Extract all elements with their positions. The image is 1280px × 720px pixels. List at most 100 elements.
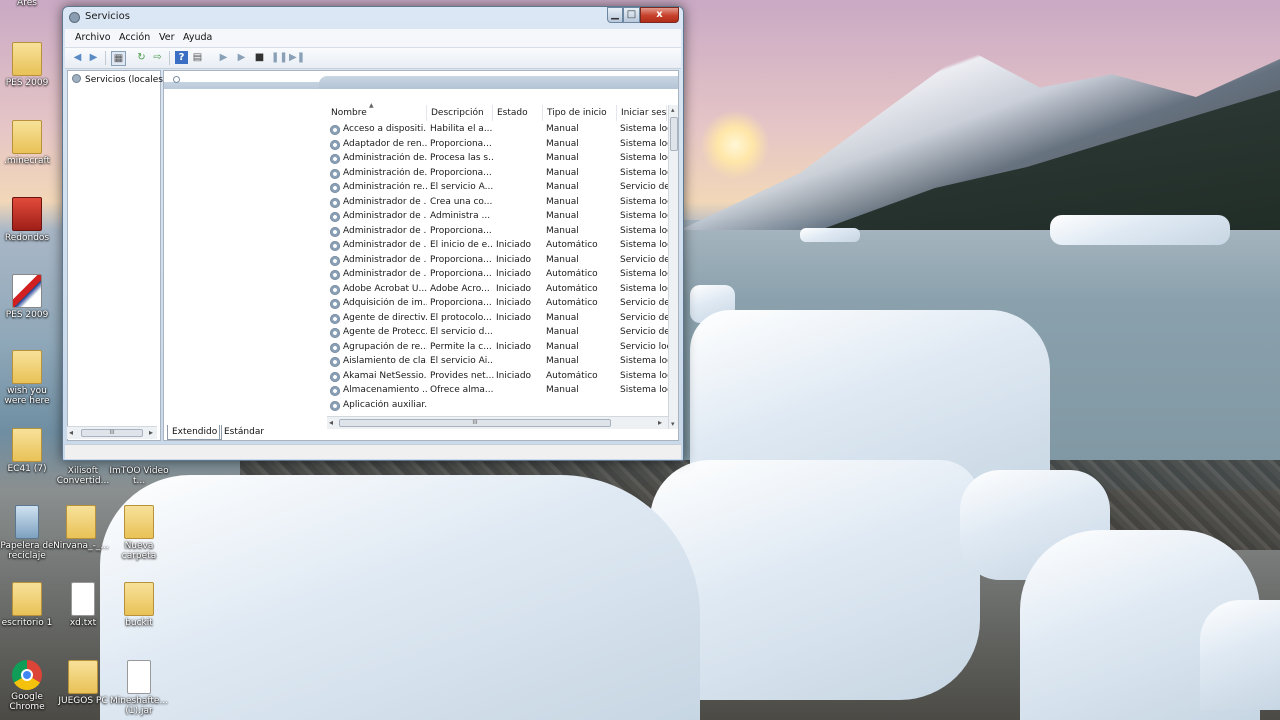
scroll-up-arrow-icon[interactable]: ▴ [671,106,675,114]
desktop-icon-xd-txt[interactable]: xd.txt [52,582,114,628]
pause-service-icon[interactable]: ❚❚ [271,51,288,64]
service-name: Aislamiento de cla... [343,356,427,366]
forward-arrow-icon[interactable]: ▶ [87,51,100,64]
tab-extendido[interactable]: Extendido [167,425,223,440]
table-row[interactable]: Administrador de ... Proporciona... Manual… [327,225,668,240]
desktop-icon-chrome[interactable]: Google Chrome [0,660,58,712]
list-vertical-scrollbar[interactable]: ▴ ▾ [668,105,678,429]
table-row[interactable]: Acceso a dispositi... Habilita el a... Man… [327,123,668,138]
table-row[interactable]: Akamai NetSessio... Provides net... Inicia… [327,370,668,385]
desktop-icon-label: Redondos [4,233,50,243]
folder-icon [12,120,42,154]
folder-icon [66,505,96,539]
table-row[interactable]: Administrador de ... El inicio de e... Ini… [327,239,668,254]
desktop-icon-pes-game[interactable]: PES 2009 [0,274,58,320]
service-gear-icon [330,299,340,309]
table-row[interactable]: Administrador de ... Administra ... Manual… [327,210,668,225]
scroll-thumb[interactable] [670,117,678,151]
play-icon[interactable]: ▶ [235,51,248,64]
service-description: Provides net... [430,370,494,381]
services-list-pane: ▲ Nombre Descripción Estado Tipo de inic… [163,70,679,441]
table-row[interactable]: Administrador de ... Crea una co... Manual… [327,196,668,211]
scroll-thumb[interactable]: III [81,429,143,437]
table-row[interactable]: Administración re... El servicio A... Manu… [327,181,668,196]
stop-service-icon[interactable]: ■ [253,51,266,64]
column-header-nombre[interactable]: Nombre [327,105,427,121]
table-row[interactable]: Administración de... Procesa las s... Manu… [327,152,668,167]
table-row[interactable]: Agente de directiv... El protocolo... Inic… [327,312,668,327]
close-button[interactable]: x [640,7,679,23]
ice-block [100,475,700,720]
service-gear-icon [330,125,340,135]
service-name: Administrador de ... [343,254,427,265]
service-gear-icon [330,270,340,280]
service-description: El servicio A... [430,182,494,192]
service-name: Aplicación auxiliar... [343,399,427,410]
table-row[interactable]: Administrador de ... Proporciona... Inicia… [327,268,668,283]
table-row[interactable]: Adobe Acrobat U... Adobe Acro... Iniciado A… [327,283,668,298]
service-state: Iniciado [496,254,532,265]
table-row[interactable]: Administrador de ... Proporciona... Inicia… [327,254,668,269]
refresh-icon[interactable]: ↻ [135,51,148,64]
scroll-right-arrow-icon[interactable]: ▸ [149,428,153,437]
export-list-icon[interactable]: ⇨ [151,51,164,64]
column-header-iniciar-sesion[interactable]: Iniciar sesió [617,105,667,121]
scroll-left-arrow-icon[interactable]: ◂ [69,428,73,437]
tree-item-services-local[interactable]: Servicios (locales) [72,74,167,85]
table-row[interactable]: Agente de Protecc... El servicio d... Manu… [327,326,668,341]
desktop-icon-redondos[interactable]: Redondos [0,197,58,243]
desktop-icon-label: Mineshafte... (1).jar [109,696,169,716]
table-row[interactable]: Aplicación auxiliar... [327,399,667,414]
service-gear-icon [330,183,340,193]
service-startup-type: Manual [546,167,579,178]
start-service-icon[interactable]: ▶ [217,51,230,64]
desktop-icon-nueva-carpeta[interactable]: Nueva carpeta [108,505,170,561]
folder-icon [124,582,154,616]
menu-ver[interactable]: Ver [159,32,175,43]
desktop-icon-label: xd.txt [69,618,97,628]
desktop-icon-minecraft[interactable]: .minecraft [0,120,58,166]
console-tree-icon[interactable]: ▦ [111,51,126,66]
properties-icon[interactable]: ▤ [191,51,204,64]
desktop-icon-escritorio[interactable]: escritorio 1 [0,582,58,628]
service-description: Procesa las s... [430,153,494,163]
desktop-icon-wish-you-were-here[interactable]: wish you were here [0,350,58,406]
minimize-button[interactable]: ▁ [607,7,623,23]
service-gear-icon [330,357,340,367]
desktop-icon-mineshafter[interactable]: Mineshafte... (1).jar [108,660,170,716]
menu-accion[interactable]: Acción [119,32,150,43]
desktop-icon-ares[interactable]: Ares [0,0,58,8]
service-logon: Servicio de [620,182,668,192]
desktop-icon-imtoo[interactable]: ImTOO Video t... [108,466,170,486]
desktop-icon-buckit[interactable]: buckit [108,582,170,628]
restart-service-icon[interactable]: ▶❚ [289,51,305,64]
column-header-tipo-inicio[interactable]: Tipo de inicio [543,105,617,121]
menu-archivo[interactable]: Archivo [75,32,111,43]
service-name: Administrador de ... [343,211,427,221]
back-arrow-icon[interactable]: ◀ [71,51,84,64]
table-row[interactable]: Adquisición de im... Proporciona... Inicia… [327,297,668,312]
service-startup-type: Manual [546,182,579,192]
desktop-icon-nirvana[interactable]: Nirvana_-_... [50,505,112,551]
table-row[interactable]: Aislamiento de cla... El servicio Ai... Ma… [327,355,668,370]
tree-item-label: Servicios (locales) [85,75,167,85]
desktop-icon-xilisoft[interactable]: Xilisoft Convertid... [52,466,114,486]
title-bar[interactable]: Servicios ▁ □ x [63,7,683,29]
table-row[interactable]: Almacenamiento ... Ofrece alma... Manual Si… [327,384,668,399]
menu-ayuda[interactable]: Ayuda [183,32,212,43]
table-row[interactable]: Agrupación de re... Permite la c... Inicia… [327,341,668,356]
services-window[interactable]: Servicios ▁ □ x Archivo Acción Ver Ayuda… [62,6,684,461]
table-row[interactable]: Adaptador de ren... Proporciona... Manual S… [327,138,668,153]
desktop-icon-label: PES 2009 [5,78,49,88]
tab-estandar[interactable]: Estándar [219,425,268,439]
desktop-icon-ec41[interactable]: EC41 (7) [0,428,58,474]
service-startup-type: Manual [546,225,579,236]
maximize-button[interactable]: □ [623,7,640,23]
tree-horizontal-scrollbar[interactable]: ◂ III ▸ [67,426,157,439]
column-header-descripcion[interactable]: Descripción [427,105,493,121]
desktop-icon-juegos-pc[interactable]: JUEGOS PC [52,660,114,706]
table-row[interactable]: Administración de... Proporciona... Manual… [327,167,668,182]
desktop-icon-pes-folder[interactable]: PES 2009 [0,42,58,88]
column-header-estado[interactable]: Estado [493,105,543,121]
help-icon[interactable]: ? [175,51,188,64]
